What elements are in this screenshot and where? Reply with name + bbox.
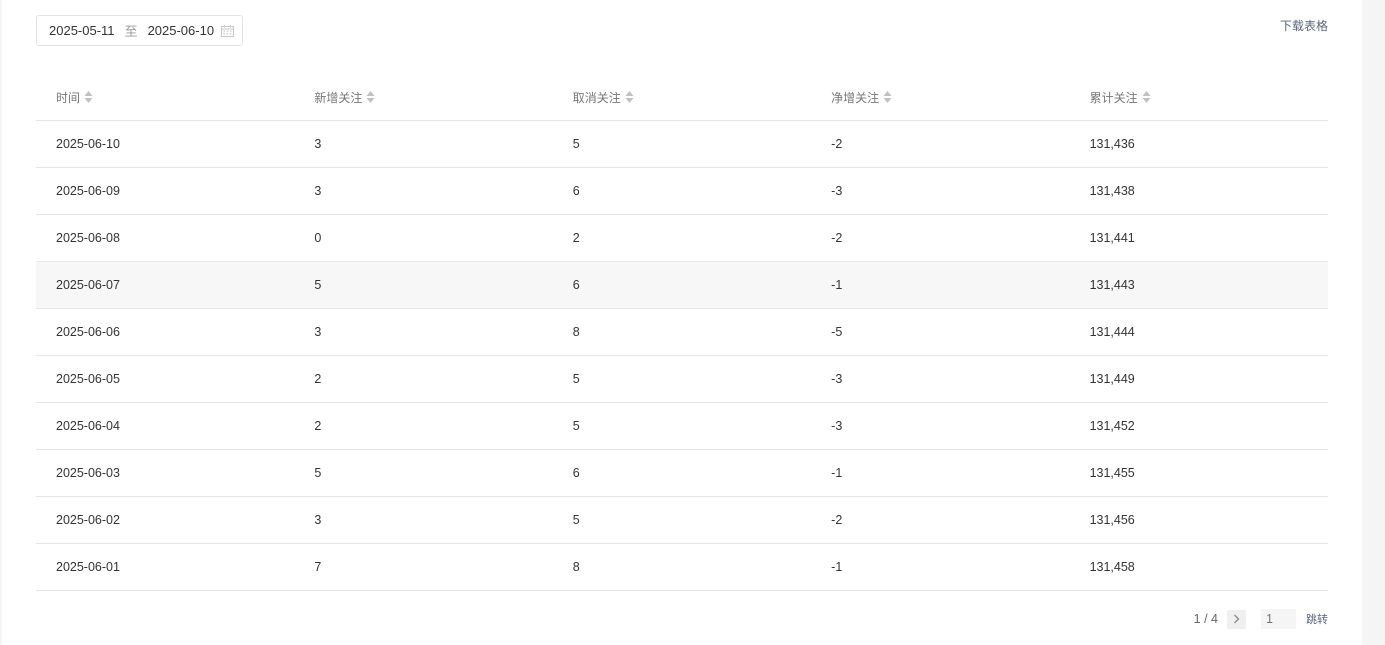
cell-net-follows: -3 xyxy=(831,419,843,433)
cell-total-follows: 131,458 xyxy=(1089,560,1135,574)
table-row: 2025-06-10 3 5 -2 131,436 xyxy=(36,121,1328,168)
cell-new-follows: 5 xyxy=(314,278,322,292)
cell-unfollows: 5 xyxy=(572,419,580,433)
cell-net-follows: -1 xyxy=(831,466,843,480)
cell-total-follows: 131,444 xyxy=(1089,325,1135,339)
cell-net-follows: -3 xyxy=(831,184,843,198)
cell-unfollows: 8 xyxy=(572,560,580,574)
column-header-label: 取消关注 xyxy=(572,90,621,105)
cell-total-follows: 131,441 xyxy=(1089,231,1135,245)
sort-icon[interactable] xyxy=(883,90,892,104)
column-header-new-follows[interactable]: 新增关注 xyxy=(294,89,552,106)
cell-unfollows: 5 xyxy=(572,513,580,527)
cell-date: 2025-06-05 xyxy=(56,372,120,386)
cell-date: 2025-06-06 xyxy=(56,325,120,339)
cell-unfollows: 6 xyxy=(572,466,580,480)
date-start[interactable]: 2025-05-11 xyxy=(49,23,115,38)
cell-net-follows: -1 xyxy=(831,560,843,574)
cell-new-follows: 3 xyxy=(314,137,322,151)
cell-unfollows: 2 xyxy=(572,231,580,245)
cell-new-follows: 2 xyxy=(314,372,322,386)
cell-date: 2025-06-09 xyxy=(56,184,120,198)
cell-net-follows: -2 xyxy=(831,137,843,151)
cell-total-follows: 131,456 xyxy=(1089,513,1135,527)
cell-total-follows: 131,452 xyxy=(1089,419,1135,433)
column-header-label: 累计关注 xyxy=(1089,90,1138,105)
table-row: 2025-06-09 3 6 -3 131,438 xyxy=(36,168,1328,215)
cell-net-follows: -3 xyxy=(831,372,843,386)
cell-date: 2025-06-04 xyxy=(56,419,120,433)
cell-date: 2025-06-02 xyxy=(56,513,120,527)
cell-total-follows: 131,436 xyxy=(1089,137,1135,151)
cell-new-follows: 5 xyxy=(314,466,322,480)
download-table-link[interactable]: 下载表格 xyxy=(1280,17,1328,34)
cell-net-follows: -1 xyxy=(831,278,843,292)
cell-new-follows: 7 xyxy=(314,560,322,574)
cell-total-follows: 131,449 xyxy=(1089,372,1135,386)
table-row: 2025-06-03 5 6 -1 131,455 xyxy=(36,450,1328,497)
date-range-picker[interactable]: 2025-05-11 至 2025-06-10 xyxy=(36,15,243,46)
date-end[interactable]: 2025-06-10 xyxy=(148,23,215,38)
cell-unfollows: 5 xyxy=(572,372,580,386)
page-jump-input[interactable] xyxy=(1261,609,1296,629)
cell-total-follows: 131,455 xyxy=(1089,466,1135,480)
table-row: 2025-06-07 5 6 -1 131,443 xyxy=(36,262,1328,309)
sort-icon[interactable] xyxy=(625,90,634,104)
cell-net-follows: -2 xyxy=(831,231,843,245)
chevron-right-icon xyxy=(1234,614,1240,624)
table-row: 2025-06-06 3 8 -5 131,444 xyxy=(36,309,1328,356)
table-row: 2025-06-02 3 5 -2 131,456 xyxy=(36,497,1328,544)
cell-unfollows: 5 xyxy=(572,137,580,151)
cell-date: 2025-06-01 xyxy=(56,560,120,574)
cell-date: 2025-06-07 xyxy=(56,278,120,292)
cell-new-follows: 3 xyxy=(314,513,322,527)
cell-unfollows: 6 xyxy=(572,278,580,292)
column-header-net-follows[interactable]: 净增关注 xyxy=(811,89,1069,106)
page-info: 1 / 4 xyxy=(1193,612,1218,626)
cell-unfollows: 6 xyxy=(572,184,580,198)
cell-date: 2025-06-10 xyxy=(56,137,120,151)
table-row: 2025-06-04 2 5 -3 131,452 xyxy=(36,403,1328,450)
cell-total-follows: 131,443 xyxy=(1089,278,1135,292)
column-header-unfollows[interactable]: 取消关注 xyxy=(553,89,811,106)
followers-table: 时间 新增关注 取消关注 净增关注 累计关注 2025-06-10 3 5 -2… xyxy=(36,74,1328,591)
cell-date: 2025-06-03 xyxy=(56,466,120,480)
column-header-time[interactable]: 时间 xyxy=(36,89,294,106)
next-page-button[interactable] xyxy=(1227,609,1246,629)
table-row: 2025-06-05 2 5 -3 131,449 xyxy=(36,356,1328,403)
cell-new-follows: 3 xyxy=(314,325,322,339)
sort-icon[interactable] xyxy=(1142,90,1151,104)
cell-net-follows: -2 xyxy=(831,513,843,527)
cell-new-follows: 0 xyxy=(314,231,322,245)
statistics-panel: 2025-05-11 至 2025-06-10 下载表格 时间 新增关注 取消关… xyxy=(2,0,1362,645)
cell-new-follows: 3 xyxy=(314,184,322,198)
cell-new-follows: 2 xyxy=(314,419,322,433)
column-header-total-follows[interactable]: 累计关注 xyxy=(1070,89,1328,106)
date-separator: 至 xyxy=(124,24,138,39)
column-header-label: 新增关注 xyxy=(314,90,363,105)
jump-button[interactable]: 跳转 xyxy=(1306,611,1328,627)
column-header-label: 净增关注 xyxy=(831,90,880,105)
sort-icon[interactable] xyxy=(366,90,375,104)
calendar-icon[interactable] xyxy=(221,25,234,37)
sort-icon[interactable] xyxy=(84,90,93,104)
pagination: 1 / 4 跳转 xyxy=(1194,609,1328,629)
table-row: 2025-06-08 0 2 -2 131,441 xyxy=(36,215,1328,262)
table-header: 时间 新增关注 取消关注 净增关注 累计关注 xyxy=(36,74,1328,121)
cell-date: 2025-06-08 xyxy=(56,231,120,245)
cell-net-follows: -5 xyxy=(831,325,843,339)
column-header-label: 时间 xyxy=(56,90,81,105)
table-row: 2025-06-01 7 8 -1 131,458 xyxy=(36,544,1328,591)
cell-unfollows: 8 xyxy=(572,325,580,339)
cell-total-follows: 131,438 xyxy=(1089,184,1135,198)
